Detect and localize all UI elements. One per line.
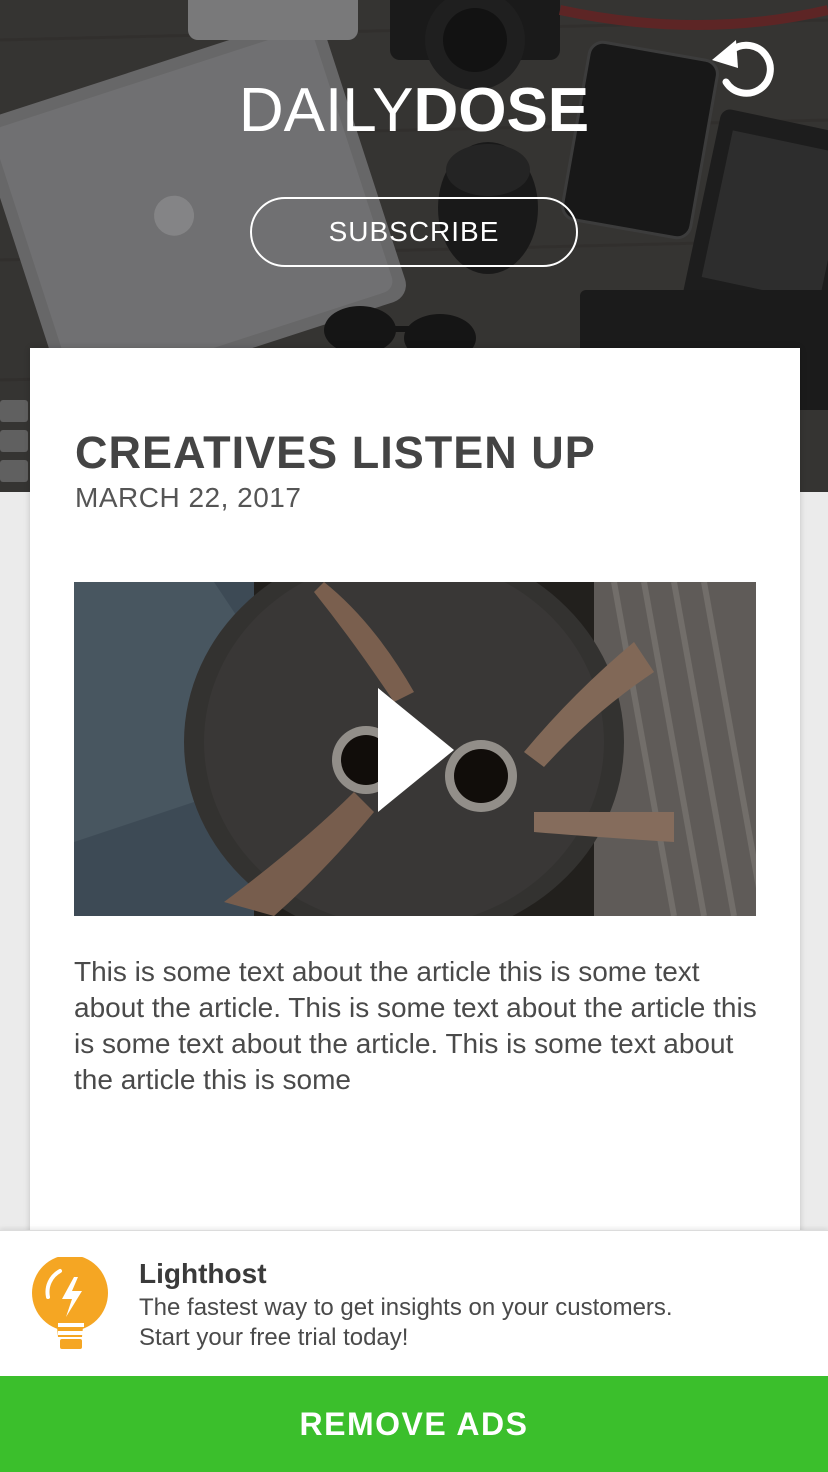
ad-copy-line-1: The fastest way to get insights on your … [139,1294,673,1321]
remove-ads-button[interactable]: REMOVE ADS [0,1376,828,1472]
ad-banner[interactable]: Lighthost The fastest way to get insight… [0,1230,828,1376]
refresh-icon[interactable] [706,36,776,98]
lightbulb-icon [30,1255,112,1353]
ad-title: Lighthost [139,1258,267,1289]
app-logo: DAILYDOSE [0,78,828,144]
ad-description: The fastest way to get insights on your … [139,1293,799,1353]
ad-copy-line-2: Start your free trial today! [139,1324,409,1351]
subscribe-button[interactable]: SUBSCRIBE [250,197,578,267]
play-icon[interactable] [378,688,454,812]
logo-bold-text: DOSE [413,76,590,145]
logo-light-text: DAILY [238,76,414,145]
article-date: MARCH 22, 2017 [75,482,302,513]
article-title: CREATIVES LISTEN UP [75,427,596,478]
video-player[interactable] [74,582,756,916]
article-card: CREATIVES LISTEN UP MARCH 22, 2017 This … [30,348,800,1248]
article-body: This is some text about the article this… [74,956,757,1095]
